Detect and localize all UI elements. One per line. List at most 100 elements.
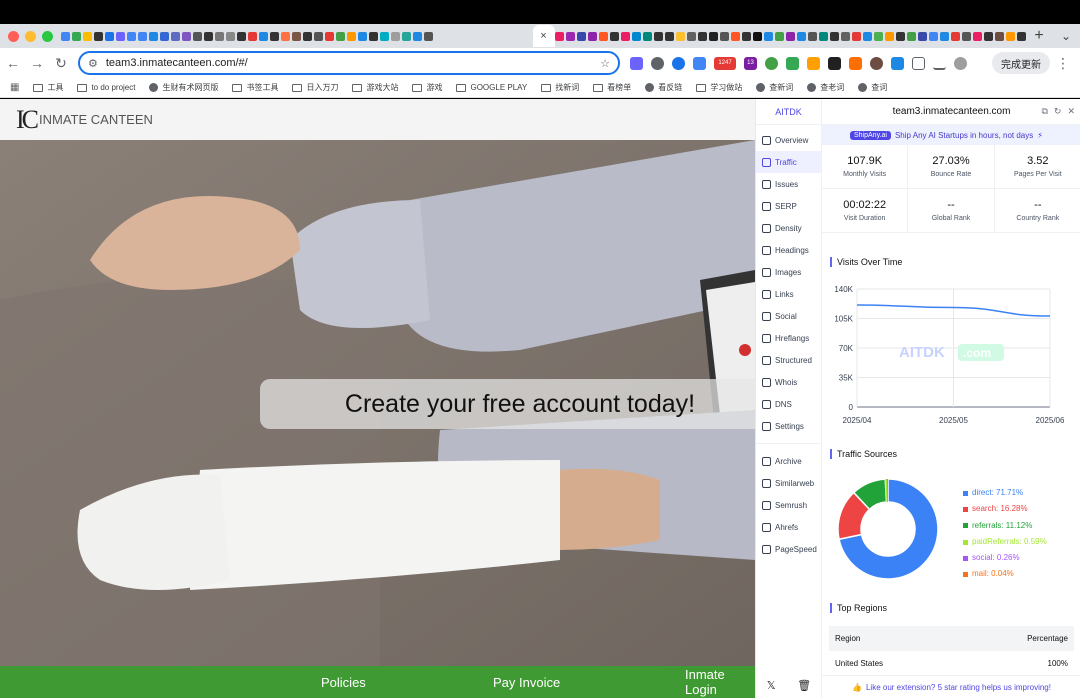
nav-item-structured[interactable]: Structured <box>756 349 821 371</box>
extension-icon[interactable] <box>849 56 862 70</box>
inmate-login-link[interactable]: Inmate Login <box>685 667 755 697</box>
bookmark-item[interactable]: 查老词 <box>807 82 844 93</box>
reload-icon[interactable]: ↻ <box>50 55 72 72</box>
bookmark-item[interactable]: 找新词 <box>541 82 579 93</box>
tab-favicons-right[interactable] <box>554 24 1027 48</box>
tab-favicon-icon[interactable] <box>281 31 290 41</box>
close-icon[interactable]: ✕ <box>1067 106 1075 117</box>
bookmark-item[interactable]: 查词 <box>858 82 887 93</box>
tab-favicon-icon[interactable] <box>928 31 938 41</box>
bookmark-star-icon[interactable]: ☆ <box>600 57 610 70</box>
tab-favicon-icon[interactable] <box>719 31 729 41</box>
url-text[interactable]: team3.inmatecanteen.com/#/ <box>106 57 600 69</box>
puzzle-extension-icon[interactable] <box>693 56 706 70</box>
tab-close-icon[interactable]: × <box>540 30 546 42</box>
tab-favicon-icon[interactable] <box>961 31 971 41</box>
legend-item[interactable]: social: 0.26% <box>963 550 1047 566</box>
nav-item-social[interactable]: Social <box>756 305 821 327</box>
extension-icon[interactable] <box>786 56 799 70</box>
nav-item-traffic[interactable]: Traffic <box>756 151 821 173</box>
tab-favicon-icon[interactable] <box>149 31 158 41</box>
extension-icon[interactable] <box>828 56 841 70</box>
tab-favicon-icon[interactable] <box>972 31 982 41</box>
site-info-icon[interactable]: ⚙ <box>88 57 98 70</box>
tab-favicon-icon[interactable] <box>609 31 619 41</box>
tab-favicon-icon[interactable] <box>565 31 575 41</box>
nav-item-pagespeed[interactable]: PageSpeed <box>756 538 821 560</box>
bookmark-item[interactable]: 书签工具 <box>232 82 278 93</box>
tab-favicon-icon[interactable] <box>402 31 411 41</box>
tab-favicon-icon[interactable] <box>424 31 433 41</box>
nav-item-dns[interactable]: DNS <box>756 393 821 415</box>
tab-favicon-icon[interactable] <box>248 31 257 41</box>
bookmark-item[interactable]: 查新词 <box>756 82 793 93</box>
tab-favicon-icon[interactable] <box>292 31 301 41</box>
extension-icon[interactable] <box>765 56 778 70</box>
tab-favicon-icon[interactable] <box>83 31 92 41</box>
nav-item-headings[interactable]: Headings <box>756 239 821 261</box>
bookmark-item[interactable]: 游戏大站 <box>352 82 398 93</box>
tab-favicon-icon[interactable] <box>204 31 213 41</box>
tab-favicon-icon[interactable] <box>620 31 630 41</box>
tab-favicon-icon[interactable] <box>554 31 564 41</box>
legend-item[interactable]: direct: 71.71% <box>963 485 1047 501</box>
tab-favicon-icon[interactable] <box>116 31 125 41</box>
tab-favicon-icon[interactable] <box>653 31 663 41</box>
tab-favicon-icon[interactable] <box>708 31 718 41</box>
bookmark-item[interactable]: 日入万刀 <box>292 82 338 93</box>
badge-extension-icon[interactable]: 1247 <box>714 56 736 70</box>
tab-favicon-icon[interactable] <box>763 31 773 41</box>
tab-favicon-icon[interactable] <box>598 31 608 41</box>
nav-item-hreflangs[interactable]: Hreflangs <box>756 327 821 349</box>
tab-favicon-icon[interactable] <box>752 31 762 41</box>
site-logo[interactable]: IC <box>16 105 39 135</box>
tab-favicon-icon[interactable] <box>873 31 883 41</box>
tab-favicon-icon[interactable] <box>259 31 268 41</box>
tab-favicon-icon[interactable] <box>994 31 1004 41</box>
nav-item-similarweb[interactable]: Similarweb <box>756 472 821 494</box>
tab-favicon-icon[interactable] <box>369 31 378 41</box>
bookmark-item[interactable]: 学习做站 <box>696 82 742 93</box>
site-logo-text[interactable]: INMATE CANTEEN <box>39 112 153 127</box>
bookmark-item[interactable]: 工具 <box>33 82 63 93</box>
nav-item-settings[interactable]: Settings <box>756 415 821 437</box>
tab-favicon-icon[interactable] <box>576 31 586 41</box>
legend-item[interactable]: mail: 0.04% <box>963 566 1047 582</box>
back-icon[interactable]: ← <box>2 55 24 71</box>
tab-favicon-icon[interactable] <box>807 31 817 41</box>
rating-note[interactable]: 👍 Like our extension? 5 star rating help… <box>822 675 1080 698</box>
tab-favicon-icon[interactable] <box>939 31 949 41</box>
tab-favicon-icon[interactable] <box>391 31 400 41</box>
tab-favicon-icon[interactable] <box>829 31 839 41</box>
tab-favicon-icon[interactable] <box>906 31 916 41</box>
bookmark-item[interactable]: 看榜单 <box>593 82 631 93</box>
apps-grid-icon[interactable]: ▦ <box>10 82 19 93</box>
nav-item-links[interactable]: Links <box>756 283 821 305</box>
nav-item-overview[interactable]: Overview <box>756 129 821 151</box>
tab-favicon-icon[interactable] <box>72 31 81 41</box>
rating-note-text[interactable]: Like our extension? 5 star rating helps … <box>866 683 1051 692</box>
forward-icon[interactable]: → <box>26 55 48 71</box>
tab-favicon-icon[interactable] <box>347 31 356 41</box>
tab-favicon-icon[interactable] <box>237 31 246 41</box>
nav-item-images[interactable]: Images <box>756 261 821 283</box>
tab-favicon-icon[interactable] <box>270 31 279 41</box>
bookmark-item[interactable]: 游戏 <box>412 82 442 93</box>
tab-favicon-icon[interactable] <box>380 31 389 41</box>
tab-favicon-icon[interactable] <box>1016 31 1026 41</box>
x-icon[interactable]: 𝕏 <box>767 679 776 692</box>
tab-favicon-icon[interactable] <box>1005 31 1015 41</box>
extension-icon[interactable] <box>891 56 904 70</box>
extension-icon[interactable] <box>672 56 685 70</box>
tab-favicon-icon[interactable] <box>303 31 312 41</box>
address-bar[interactable]: ⚙ team3.inmatecanteen.com/#/ ☆ <box>78 51 620 75</box>
tab-favicon-icon[interactable] <box>917 31 927 41</box>
tab-favicon-icon[interactable] <box>171 31 180 41</box>
refresh-icon[interactable]: ↻ <box>1054 106 1062 117</box>
tab-favicon-icon[interactable] <box>138 31 147 41</box>
extension-icon[interactable] <box>807 56 820 70</box>
tab-favicon-icon[interactable] <box>884 31 894 41</box>
home-extension-icon[interactable]: 13 <box>744 56 757 70</box>
maximize-window-button[interactable] <box>42 30 53 42</box>
tab-favicon-icon[interactable] <box>730 31 740 41</box>
